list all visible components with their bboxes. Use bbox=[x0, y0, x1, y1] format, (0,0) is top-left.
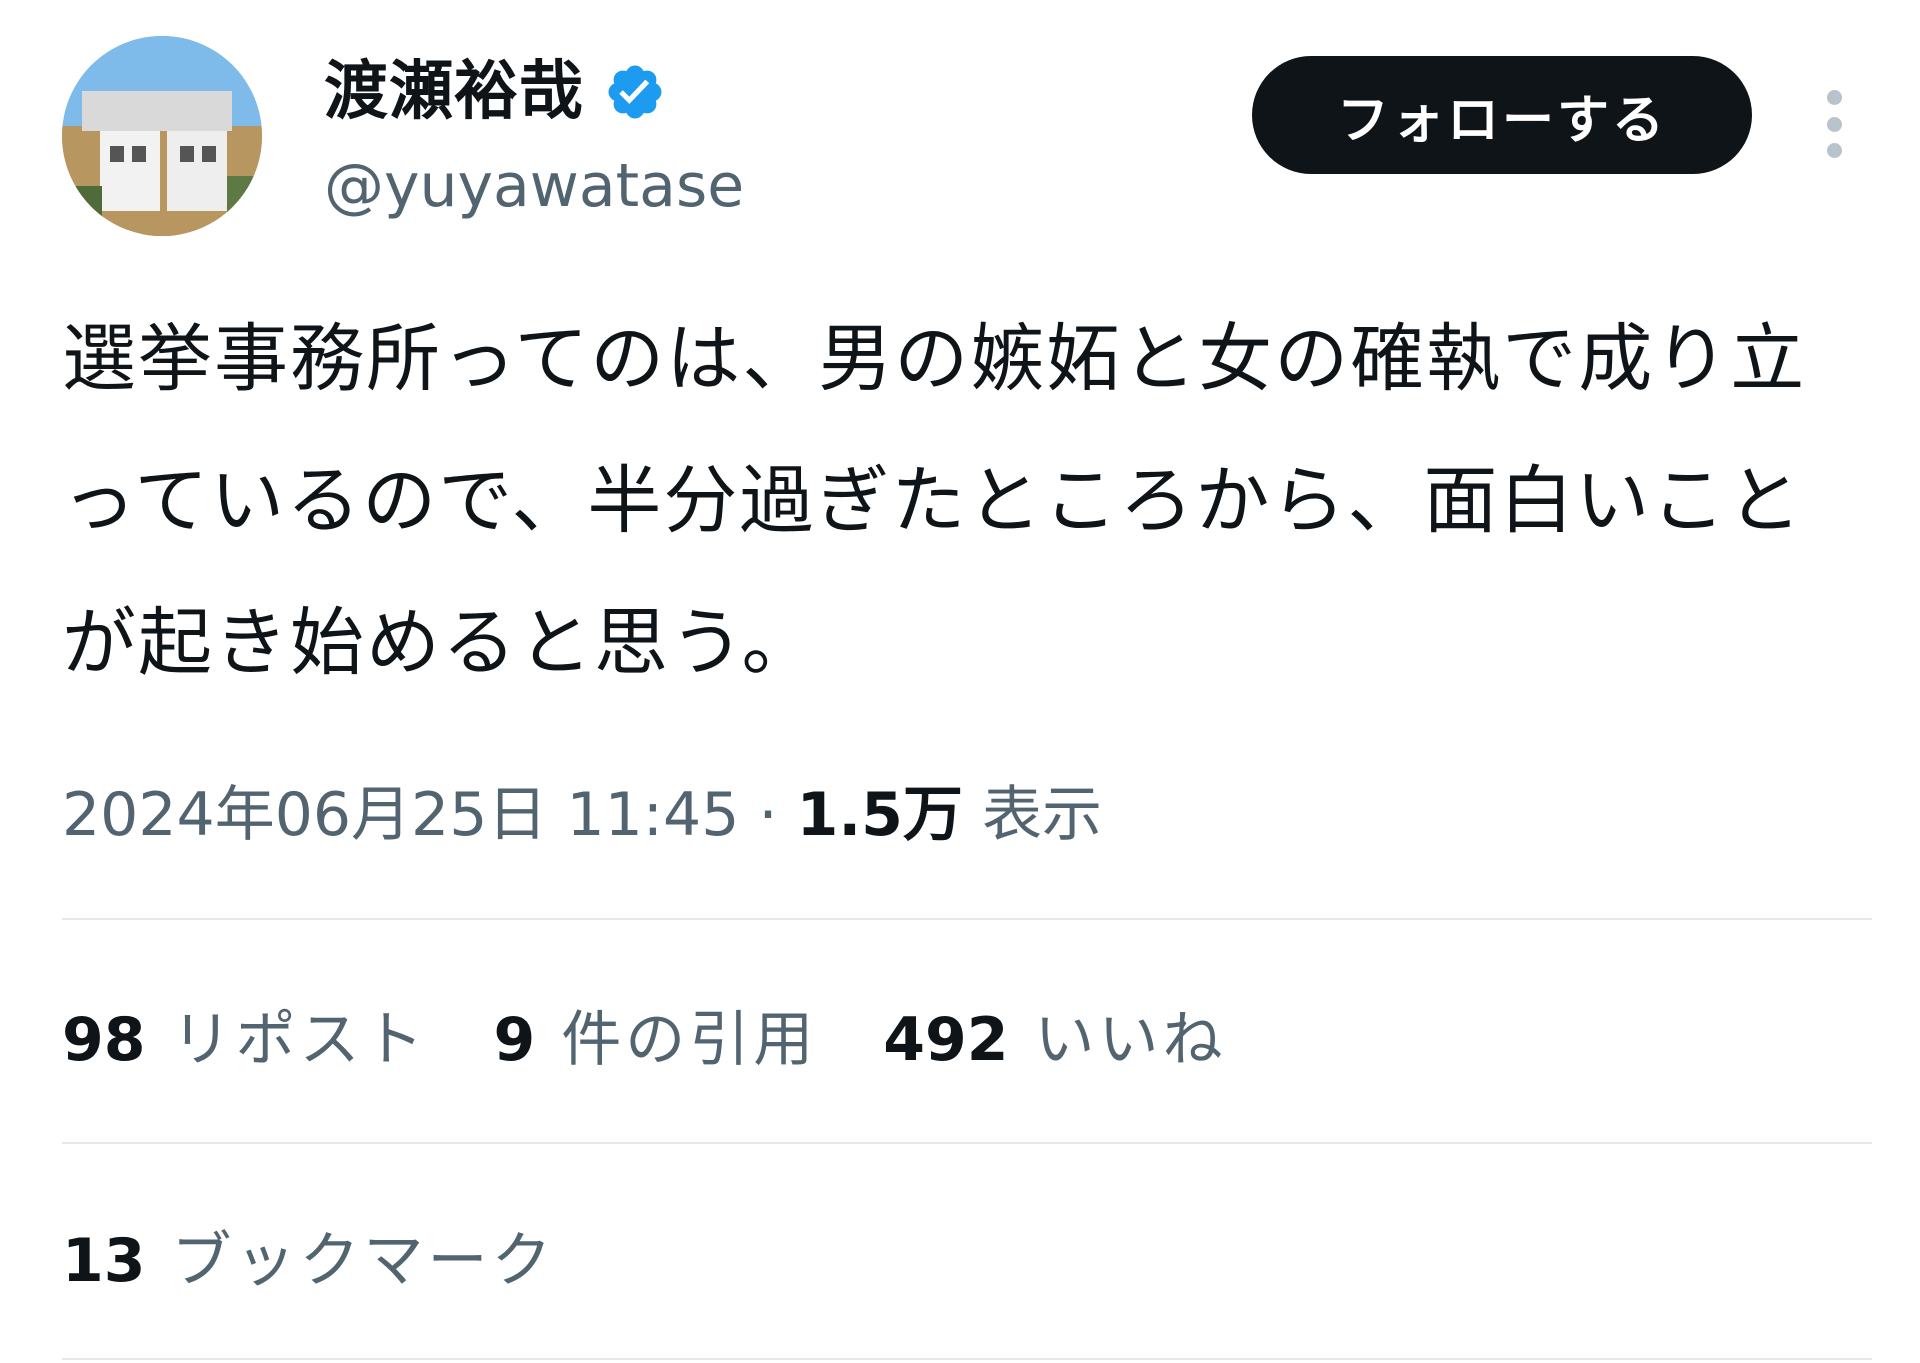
author-names: 渡瀬裕哉 @yuyawatase bbox=[324, 50, 744, 228]
bookmarks-count: 13 bbox=[62, 1226, 146, 1296]
meta-separator: · bbox=[758, 780, 778, 850]
bookmarks-stat[interactable]: 13 ブックマーク bbox=[62, 1216, 556, 1306]
verified-badge-icon[interactable] bbox=[604, 61, 666, 123]
reposts-count: 98 bbox=[62, 1005, 146, 1075]
display-name[interactable]: 渡瀬裕哉 bbox=[324, 50, 584, 134]
profile-photo bbox=[62, 36, 262, 236]
avatar[interactable] bbox=[62, 36, 262, 236]
reposts-label: リポスト bbox=[171, 1005, 428, 1075]
tweet-header: 渡瀬裕哉 @yuyawatase フォローする bbox=[62, 36, 1872, 241]
divider bbox=[62, 918, 1872, 920]
tweet-text: 選挙事務所ってのは、男の嫉妬と女の確執で成り立っているので、半分過ぎたところから… bbox=[62, 316, 1807, 686]
quotes-count: 9 bbox=[493, 1005, 536, 1075]
display-name-row: 渡瀬裕哉 bbox=[324, 50, 744, 134]
more-dot bbox=[1826, 116, 1842, 132]
engagement-stats: 98 リポスト 9 件の引用 492 いいね bbox=[62, 995, 1293, 1085]
quotes-stat[interactable]: 9 件の引用 bbox=[494, 995, 818, 1085]
divider bbox=[62, 1142, 1872, 1144]
follow-button[interactable]: フォローする bbox=[1252, 56, 1752, 174]
views-label: 表示 bbox=[981, 780, 1102, 850]
likes-stat[interactable]: 492 いいね bbox=[883, 995, 1226, 1085]
more-dot bbox=[1826, 143, 1842, 158]
more-vertical-icon[interactable] bbox=[1814, 84, 1854, 164]
views-count: 1.5万 bbox=[796, 780, 963, 850]
tweet-timestamp[interactable]: 2024年06月25日 11:45 bbox=[62, 780, 739, 850]
likes-count: 492 bbox=[883, 1005, 1009, 1075]
bookmarks-label: ブックマーク bbox=[171, 1226, 556, 1296]
more-dot bbox=[1826, 90, 1842, 105]
divider bbox=[62, 1358, 1872, 1360]
quotes-label: 件の引用 bbox=[561, 1005, 818, 1075]
reposts-stat[interactable]: 98 リポスト bbox=[62, 995, 428, 1085]
tweet-meta: 2024年06月25日 11:45 · 1.5万 表示 bbox=[62, 770, 1102, 860]
likes-label: いいね bbox=[1034, 1005, 1227, 1075]
author-handle[interactable]: @yuyawatase bbox=[324, 144, 744, 228]
